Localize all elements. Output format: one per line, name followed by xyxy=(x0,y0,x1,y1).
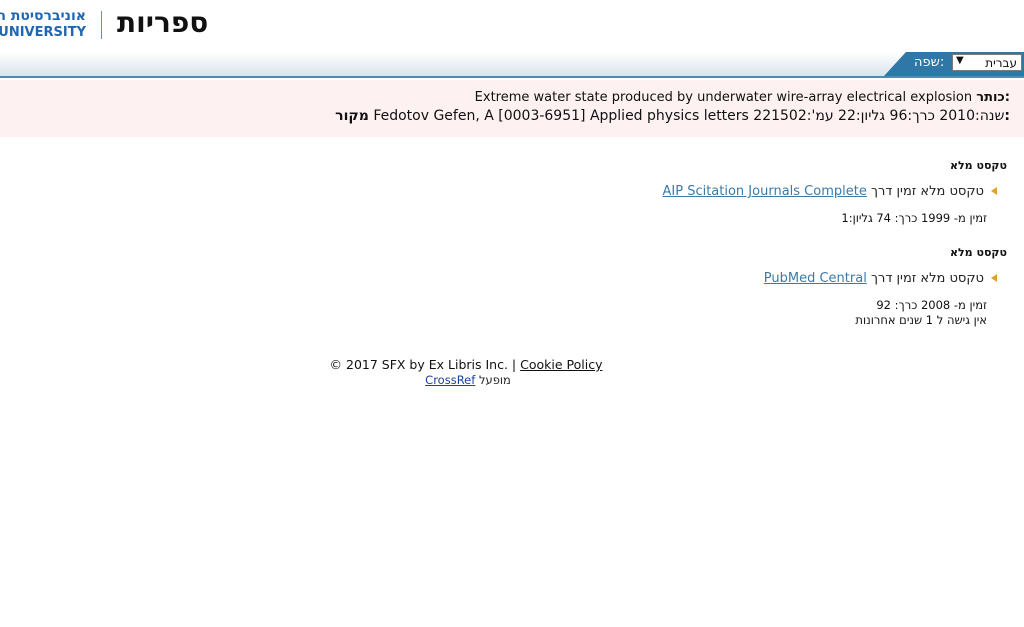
arrow-bullet-icon xyxy=(991,187,997,195)
service-prefix: טקסט מלא זמין דרך xyxy=(870,271,984,286)
service-coverage: זמין מ- 1999 כרך: 74 גליון:1 xyxy=(841,211,987,225)
language-select[interactable]: ▼ עברית xyxy=(952,54,1022,71)
service-link-aip[interactable]: AIP Scitation Journals Complete xyxy=(663,184,867,199)
logo-english-text: UNIVERSITY xyxy=(0,25,86,40)
logo-hebrew-text: אוניברסיטת ה xyxy=(0,8,86,24)
citation-source-value: שנה:2010 כרך:96 גליון:22 עמ':221502 Fedo… xyxy=(373,108,1005,124)
dropdown-arrow-icon: ▼ xyxy=(956,55,964,66)
powered-by-text: מופעל xyxy=(478,373,511,387)
header-divider xyxy=(101,11,102,39)
service-link-pubmed[interactable]: PubMed Central xyxy=(764,271,867,286)
language-bar xyxy=(0,52,1024,78)
service-coverage-note: אין גישה ל 1 שנים אחרונות xyxy=(855,313,987,327)
cookie-policy-link[interactable]: Cookie Policy xyxy=(520,357,602,372)
university-logo[interactable]: אוניברסיטת ה UNIVERSITY xyxy=(0,8,88,42)
citation-title-label: כותר: xyxy=(976,90,1010,105)
copyright-text: © 2017 SFX by Ex Libris Inc. | xyxy=(329,357,517,372)
service-coverage: זמין מ- 2008 כרך: 92 xyxy=(876,298,987,312)
language-select-value: עברית xyxy=(985,56,1017,70)
citation-panel: Extreme water state produced by underwat… xyxy=(0,80,1024,137)
crossref-link[interactable]: CrossRef xyxy=(425,373,475,387)
service-prefix: טקסט מלא זמין דרך xyxy=(870,184,984,199)
page-header: אוניברסיטת ה UNIVERSITY ספריות xyxy=(0,0,1024,52)
footer-powered-row: מופעל CrossRef xyxy=(0,373,936,387)
language-label: :שפה xyxy=(914,55,945,70)
footer-copyright-row: © 2017 SFX by Ex Libris Inc. | Cookie Po… xyxy=(0,357,932,372)
citation-title-value: Extreme water state produced by underwat… xyxy=(474,90,973,105)
service-link-row: טקסט מלא זמין דרך PubMed Central xyxy=(764,271,984,286)
page-title: ספריות xyxy=(117,6,209,39)
citation-source-row: שנה:2010 כרך:96 גליון:22 עמ':221502 Fedo… xyxy=(335,108,1010,124)
arrow-bullet-icon xyxy=(991,274,997,282)
service-section-title: טקסט מלא xyxy=(950,246,1007,259)
service-section-title: טקסט מלא xyxy=(950,159,1007,172)
citation-title-row: Extreme water state produced by underwat… xyxy=(475,90,1010,105)
service-link-row: טקסט מלא זמין דרך AIP Scitation Journals… xyxy=(663,184,985,199)
